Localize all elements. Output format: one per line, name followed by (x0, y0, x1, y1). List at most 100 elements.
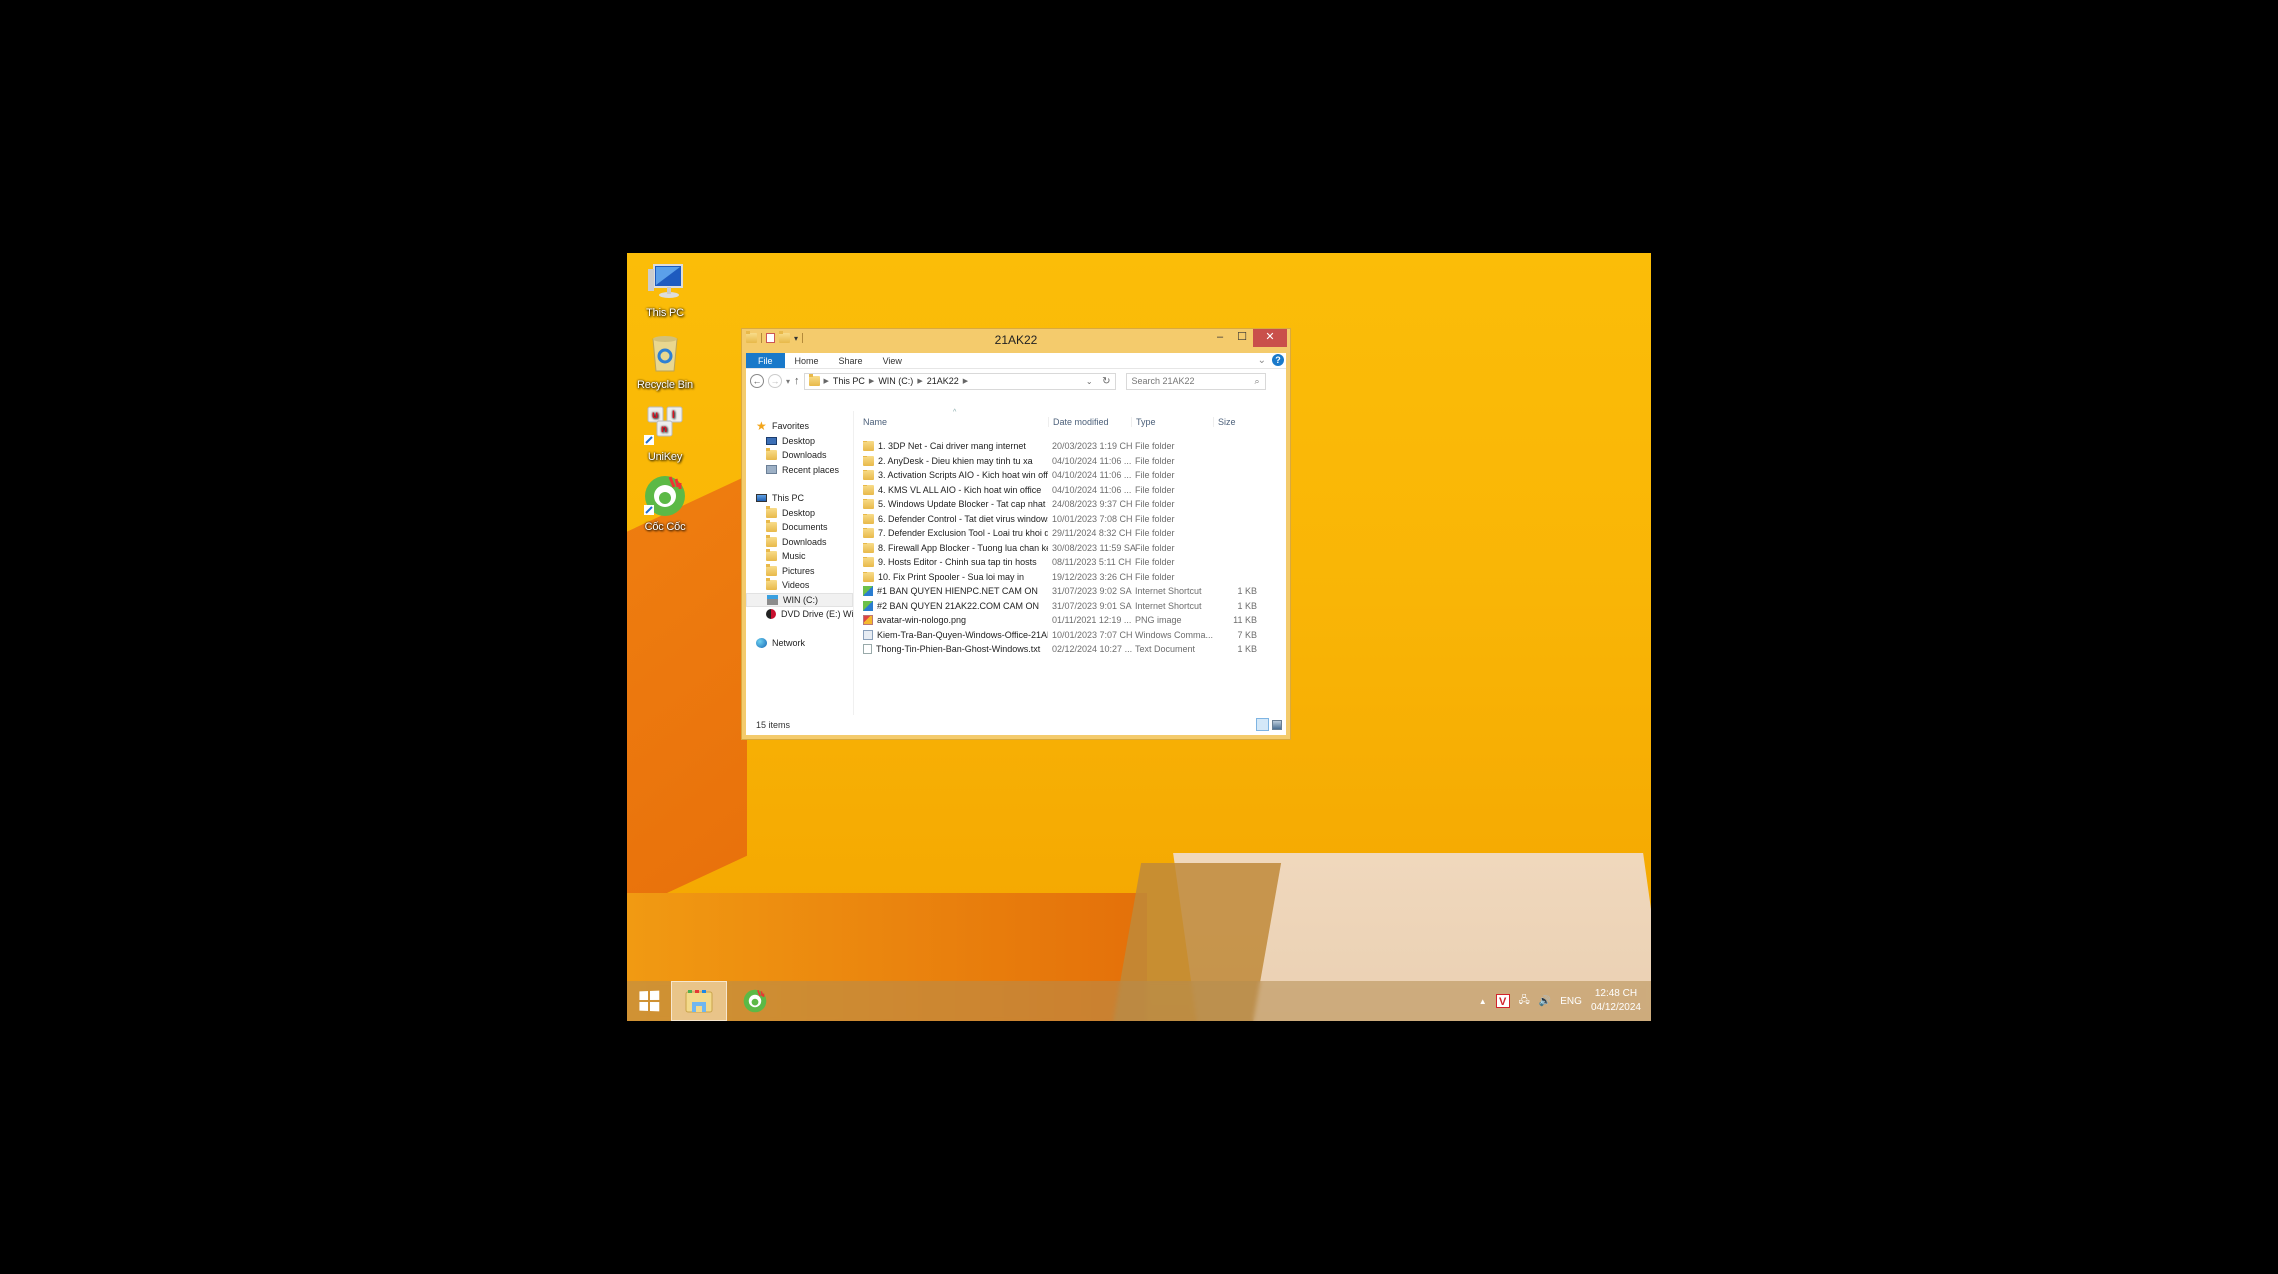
file-row[interactable]: 4. KMS VL ALL AIO - Kich hoat win office… (854, 483, 1286, 498)
nav-downloads[interactable]: Downloads (746, 534, 853, 550)
up-button[interactable]: ↑ (794, 375, 800, 387)
details-view-button[interactable] (1256, 718, 1269, 731)
large-icons-view-button[interactable] (1272, 720, 1282, 730)
nav-favorites-desktop[interactable]: Desktop (746, 434, 853, 449)
start-button[interactable] (627, 981, 671, 1021)
nav-pictures[interactable]: Pictures (746, 563, 853, 579)
recent-locations-button[interactable]: ▾ (786, 377, 790, 386)
desktop-icon-coccoc[interactable]: Cốc Cốc (627, 473, 703, 533)
nav-win-c[interactable]: WIN (C:) (746, 592, 853, 607)
file-row[interactable]: 8. Firewall App Blocker - Tuong lua chan… (854, 541, 1286, 556)
file-date: 20/03/2023 1:19 CH (1052, 441, 1133, 452)
tab-home[interactable]: Home (785, 353, 829, 368)
forward-button[interactable]: → (768, 374, 782, 388)
nav-label: Desktop (782, 435, 816, 446)
nav-label: Videos (782, 580, 810, 591)
language-indicator[interactable]: ENG (1560, 996, 1582, 1007)
nav-dvd-drive[interactable]: DVD Drive (E:) Win-8 (746, 607, 853, 622)
nav-label: Pictures (782, 565, 815, 576)
file-row[interactable]: 10. Fix Print Spooler - Sua loi may in 19… (854, 570, 1286, 585)
file-date: 01/11/2021 12:19 ... (1052, 615, 1132, 626)
file-row[interactable]: Thong-Tin-Phien-Ban-Ghost-Windows.txt 02/… (854, 642, 1286, 657)
breadcrumb-separator[interactable]: ▶ (917, 377, 922, 385)
back-button[interactable]: ← (750, 374, 764, 388)
tab-view[interactable]: View (873, 353, 912, 368)
explorer-body: ★ Favorites Desktop Downloads Recent plac… (746, 409, 1286, 715)
close-button[interactable]: ✕ (1253, 329, 1287, 347)
column-header-type[interactable]: Type (1131, 417, 1213, 427)
nav-music[interactable]: Music (746, 549, 853, 564)
refresh-icon[interactable]: ↻ (1102, 376, 1110, 387)
nav-documents[interactable]: Documents (746, 520, 853, 535)
desktop-icon-recycle-bin[interactable]: Recycle Bin (627, 331, 703, 391)
network-status-icon[interactable]: 🖧 (1519, 993, 1530, 1010)
file-date: 30/08/2023 11:59 SA (1052, 542, 1136, 553)
file-row[interactable]: #2 BAN QUYEN 21AK22.COM CAM ON 31/07/2023… (854, 599, 1286, 614)
search-input[interactable]: Search 21AK22 ⌕ (1125, 372, 1266, 390)
nav-videos[interactable]: Videos (746, 578, 853, 593)
file-row[interactable]: avatar-win-nologo.png 01/11/2021 12:19 ..… (854, 613, 1286, 628)
desktop-icon-this-pc[interactable]: This PC (627, 259, 703, 319)
address-dropdown-icon[interactable]: ⌄ (1086, 377, 1093, 386)
expand-ribbon-icon[interactable]: ⌄ (1258, 355, 1266, 366)
file-date: 31/07/2023 9:02 SA (1052, 586, 1132, 597)
navigation-bar: ← → ▾ ↑ ▶ This PC ▶ WIN (C:) ▶ 21AK22 ▶ … (746, 369, 1286, 393)
network-icon (756, 637, 767, 648)
folder-icon (863, 484, 874, 495)
nav-label: Documents (782, 522, 828, 533)
taskbar-file-explorer[interactable] (671, 981, 727, 1021)
nav-favorites-downloads[interactable]: Downloads (746, 448, 853, 463)
maximize-button[interactable]: ☐ (1231, 329, 1253, 347)
file-date: 02/12/2024 10:27 ... (1052, 644, 1133, 655)
breadcrumb-separator[interactable]: ▶ (963, 377, 968, 385)
file-row[interactable]: 3. Activation Scripts AIO - Kich hoat wi… (854, 468, 1286, 483)
minimize-button[interactable]: – (1209, 329, 1231, 347)
column-header-date[interactable]: Date modified (1048, 417, 1131, 427)
nav-recent-places[interactable]: Recent places (746, 463, 853, 478)
search-icon[interactable]: ⌕ (1254, 376, 1259, 387)
desktop-icon-label: Recycle Bin (637, 379, 693, 391)
clock[interactable]: 12:48 CH 04/12/2024 (1591, 987, 1641, 1015)
recycle-bin-icon (642, 331, 688, 377)
title-bar[interactable]: ▾ 21AK22 – ☐ ✕ (742, 329, 1290, 354)
downloads-icon (766, 448, 777, 461)
vietkey-icon[interactable]: V (1495, 994, 1510, 1008)
breadcrumb-21ak22[interactable]: 21AK22 (927, 376, 959, 386)
file-row[interactable]: 1. 3DP Net - Cai driver mang internet 20/… (854, 439, 1286, 454)
file-row[interactable]: 9. Hosts Editor - Chinh sua tap tin host… (854, 555, 1286, 570)
volume-icon[interactable]: 🔊 (1539, 996, 1551, 1007)
address-bar[interactable]: ▶ This PC ▶ WIN (C:) ▶ 21AK22 ▶ ⌄ ↻ (803, 372, 1116, 390)
help-icon[interactable]: ? (1272, 354, 1284, 366)
file-row[interactable]: 6. Defender Control - Tat diet virus win… (854, 512, 1286, 527)
nav-network[interactable]: Network (746, 636, 853, 651)
file-row[interactable]: 5. Windows Update Blocker - Tat cap nhat… (854, 497, 1286, 512)
desktop-icon-unikey[interactable]: u ln UniKey (627, 403, 703, 463)
taskbar: ▲ V 🖧 🔊 ENG 12:48 CH 04/12/2024 (627, 981, 1651, 1021)
taskbar-coccoc[interactable] (727, 981, 783, 1021)
nav-label: WIN (C:) (783, 594, 818, 605)
url-icon (863, 586, 873, 597)
file-row[interactable]: 7. Defender Exclusion Tool - Loai tru kh… (854, 526, 1286, 541)
breadcrumb-separator[interactable]: ▶ (869, 377, 874, 385)
nav-desktop[interactable]: Desktop (746, 505, 853, 521)
file-type: Internet Shortcut (1135, 586, 1202, 597)
column-header-size[interactable]: Size (1213, 417, 1263, 427)
column-header-name[interactable]: Name (854, 417, 1048, 427)
file-type: Windows Comma... (1135, 629, 1214, 640)
show-hidden-icons-button[interactable]: ▲ (1479, 997, 1487, 1006)
tab-file[interactable]: File (746, 353, 785, 368)
file-type: File folder (1135, 484, 1175, 495)
tab-share[interactable]: Share (829, 353, 873, 368)
nav-this-pc[interactable]: This PC (746, 491, 853, 506)
file-date: 04/10/2024 11:06 ... (1052, 455, 1132, 466)
file-row[interactable]: Kiem-Tra-Ban-Quyen-Windows-Office-21AK..… (854, 628, 1286, 643)
nav-favorites[interactable]: ★ Favorites (746, 419, 853, 434)
file-name: 6. Defender Control - Tat diet virus win… (878, 513, 1048, 524)
computer-icon (642, 259, 688, 305)
window-content: File Home Share View ⌄ ? ← → ▾ ↑ ▶ This … (746, 353, 1286, 735)
file-name-cell: 10. Fix Print Spooler - Sua loi may in (854, 571, 1048, 582)
breadcrumb-this-pc[interactable]: This PC (833, 376, 865, 386)
file-row[interactable]: 2. AnyDesk - Dieu khien may tinh tu xa 04… (854, 454, 1286, 469)
file-row[interactable]: #1 BAN QUYEN HIENPC.NET CAM ON 31/07/2023… (854, 584, 1286, 599)
breadcrumb-win-c[interactable]: WIN (C:) (878, 376, 913, 386)
